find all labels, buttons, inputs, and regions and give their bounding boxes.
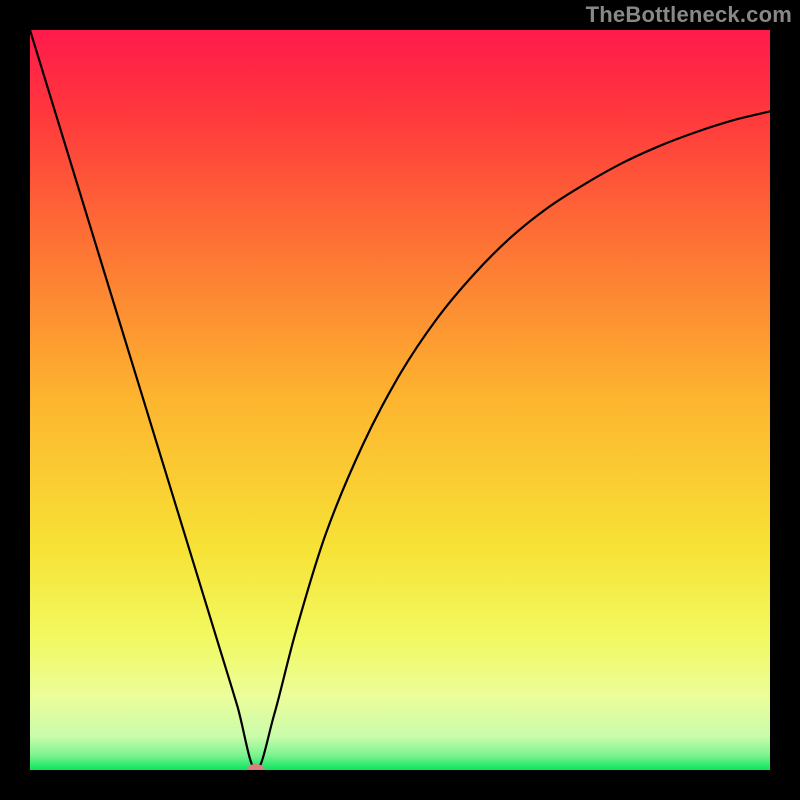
plot-area xyxy=(30,30,770,770)
watermark-text: TheBottleneck.com xyxy=(586,2,792,28)
gradient-background xyxy=(30,30,770,770)
chart-container: TheBottleneck.com xyxy=(0,0,800,800)
chart-svg xyxy=(30,30,770,770)
